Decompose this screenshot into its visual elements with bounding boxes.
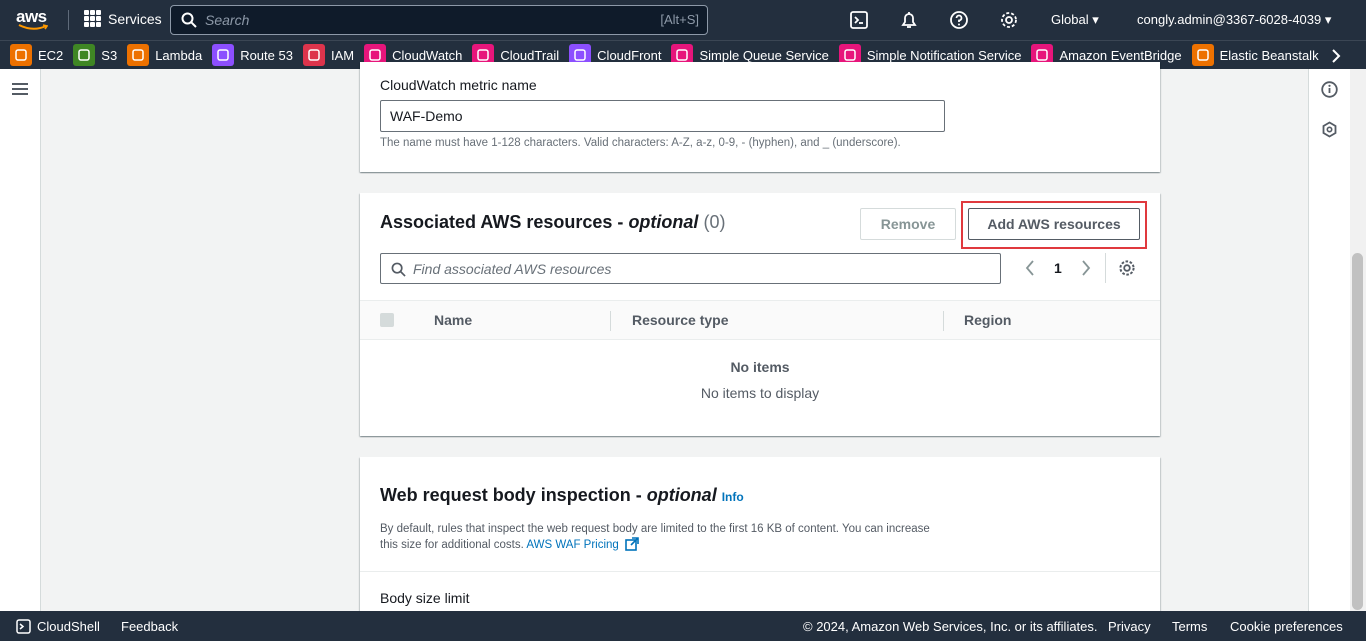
service-icon <box>10 44 32 66</box>
favorite-label: Route 53 <box>240 47 293 63</box>
divider <box>1105 253 1106 283</box>
service-icon <box>73 44 96 66</box>
top-navigation-bar: aws Services Search [Alt+S] Global ▾ con… <box>0 0 1366 40</box>
table-settings-gear-icon[interactable] <box>1118 259 1136 277</box>
info-panel-icon[interactable] <box>1321 81 1338 98</box>
cloudshell-link[interactable]: CloudShell <box>37 619 100 634</box>
waf-pricing-link[interactable]: AWS WAF Pricing <box>526 539 618 551</box>
divider <box>360 571 1160 572</box>
metric-name-hint: The name must have 1-128 characters. Val… <box>380 137 901 149</box>
help-icon[interactable] <box>949 10 969 30</box>
favorite-label: Lambda <box>155 47 203 63</box>
external-link-icon[interactable] <box>625 537 639 551</box>
favorite-route-53[interactable]: Route 53 <box>212 41 293 69</box>
left-navigation-rail <box>0 69 41 611</box>
cloudshell-icon[interactable] <box>16 619 31 634</box>
column-divider[interactable] <box>943 311 944 331</box>
aws-logo[interactable]: aws <box>16 8 50 33</box>
column-header-region[interactable]: Region <box>964 312 1011 328</box>
column-divider[interactable] <box>610 311 611 331</box>
column-header-resource-type[interactable]: Resource type <box>632 312 728 328</box>
services-label: Services <box>108 10 162 27</box>
search-icon <box>391 262 406 277</box>
global-search-input[interactable]: Search [Alt+S] <box>170 5 708 35</box>
favorite-label: IAM <box>330 47 355 63</box>
account-menu[interactable]: congly.admin@3367-6028-4039 ▾ <box>1137 12 1331 28</box>
divider <box>68 10 69 30</box>
right-tools-rail <box>1308 69 1350 611</box>
favorites-scroll-right-icon[interactable] <box>1330 49 1342 63</box>
empty-state-title: No items <box>730 359 790 375</box>
menu-hamburger-icon[interactable] <box>12 83 28 95</box>
footer-bar: CloudShell Feedback © 2024, Amazon Web S… <box>0 611 1366 641</box>
select-all-checkbox[interactable] <box>380 313 394 327</box>
notifications-bell-icon[interactable] <box>899 10 919 30</box>
highlight-box <box>961 201 1147 249</box>
find-resources-input[interactable]: Find associated AWS resources <box>380 253 1001 284</box>
service-icon <box>127 44 150 66</box>
favorite-label: CloudWatch <box>392 47 463 63</box>
favorite-iam[interactable]: IAM <box>302 41 355 69</box>
associated-resources-title: Associated AWS resources - optional (0) <box>380 212 726 232</box>
service-icon <box>212 44 235 66</box>
metric-name-input[interactable]: WAF-Demo <box>380 100 945 132</box>
resources-count: (0) <box>703 212 726 232</box>
cloudshell-icon[interactable] <box>849 10 869 30</box>
metric-name-label: CloudWatch metric name <box>380 77 537 93</box>
favorite-label: Amazon EventBridge <box>1059 47 1182 63</box>
account-label: congly.admin@3367-6028-4039 <box>1137 12 1322 27</box>
find-resources-placeholder: Find associated AWS resources <box>413 260 612 277</box>
resources-hexagon-icon[interactable] <box>1321 121 1338 138</box>
scrollbar-thumb[interactable] <box>1352 253 1363 610</box>
chevron-left-icon[interactable] <box>1024 260 1036 276</box>
favorite-label: Elastic Beanstalk <box>1219 47 1319 63</box>
page-number[interactable]: 1 <box>1054 260 1062 276</box>
region-label: Global <box>1051 12 1089 27</box>
chevron-right-icon[interactable] <box>1080 260 1092 276</box>
services-menu-button[interactable]: Services <box>84 10 162 27</box>
favorite-label: Simple Notification Service <box>866 47 1022 63</box>
table-header <box>360 300 1160 340</box>
favorite-label: S3 <box>101 47 118 63</box>
empty-state-text: No items to display <box>700 385 820 401</box>
body-inspection-description: By default, rules that inspect the web r… <box>380 523 930 551</box>
grid-icon <box>84 10 101 27</box>
privacy-link[interactable]: Privacy <box>1108 619 1151 634</box>
terms-link[interactable]: Terms <box>1172 619 1207 634</box>
service-icon <box>1191 44 1214 66</box>
settings-gear-icon[interactable] <box>999 10 1019 30</box>
search-shortcut: [Alt+S] <box>660 12 699 27</box>
service-icon <box>302 44 325 66</box>
feedback-link[interactable]: Feedback <box>121 619 178 634</box>
favorite-s3[interactable]: S3 <box>73 41 118 69</box>
body-size-limit-label: Body size limit <box>380 590 470 606</box>
favorite-elastic-beanstalk[interactable]: Elastic Beanstalk <box>1191 41 1319 69</box>
cookie-preferences-link[interactable]: Cookie preferences <box>1230 619 1343 634</box>
favorite-label: Simple Queue Service <box>699 47 829 63</box>
info-link[interactable]: Info <box>722 490 744 504</box>
favorite-lambda[interactable]: Lambda <box>127 41 203 69</box>
remove-button[interactable]: Remove <box>860 208 956 240</box>
body-inspection-title: Web request body inspection - optional I… <box>380 485 744 505</box>
region-selector[interactable]: Global ▾ <box>1051 12 1099 28</box>
search-placeholder: Search <box>205 12 250 28</box>
favorite-label: CloudTrail <box>500 47 560 63</box>
column-header-name[interactable]: Name <box>434 312 472 328</box>
search-icon <box>181 12 197 28</box>
favorite-label: EC2 <box>38 47 64 63</box>
favorite-ec2[interactable]: EC2 <box>10 41 64 69</box>
favorite-label: CloudFront <box>597 47 662 63</box>
copyright-text: © 2024, Amazon Web Services, Inc. or its… <box>803 619 1098 634</box>
